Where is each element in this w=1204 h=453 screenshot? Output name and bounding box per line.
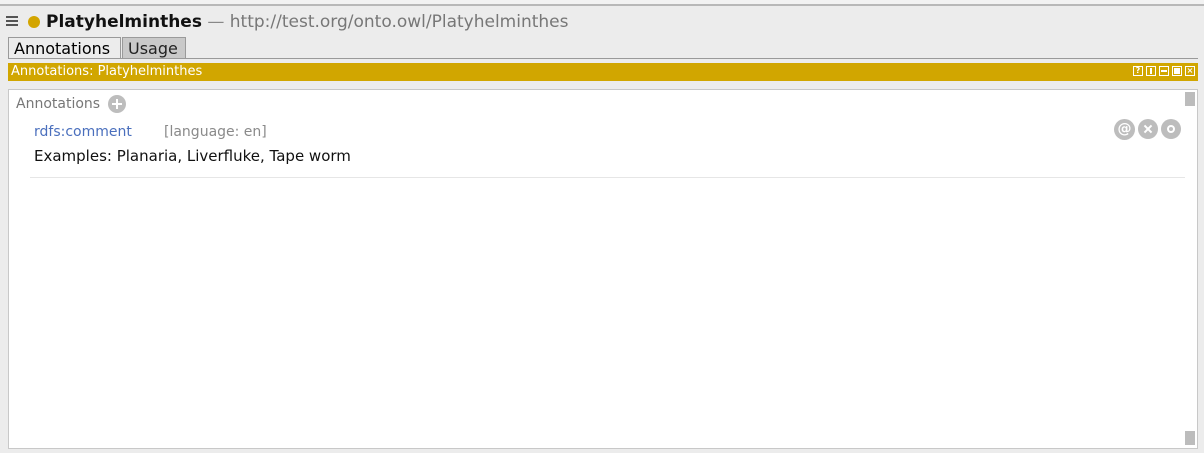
entity-iri: http://test.org/onto.owl/Platyhelminthes [229,12,569,32]
annotation-actions: @ [1113,119,1185,141]
help-icon[interactable]: ? [1133,66,1143,76]
hamburger-menu-icon[interactable] [6,16,18,26]
annotation-property[interactable]: rdfs:comment [34,123,132,141]
view-buttons: ? × [1133,66,1195,78]
scrollbar-up-arrow[interactable] [1185,92,1195,106]
tab-usage[interactable]: Usage [122,37,186,59]
maximize-icon[interactable] [1172,66,1182,76]
tab-underline [8,58,1198,59]
options-icon[interactable] [1161,119,1181,139]
close-icon[interactable]: × [1185,66,1195,76]
delete-icon[interactable] [1138,119,1158,139]
class-entity-icon [28,16,40,28]
title-separator: — [207,12,225,32]
annotation-value: Examples: Planaria, Liverfluke, Tape wor… [34,147,351,165]
view-title-bar: Annotations: Platyhelminthes ? × [8,63,1198,81]
annotation-language: [language: en] [164,124,267,140]
window-divider [0,4,1204,6]
view-title: Annotations: Platyhelminthes [11,64,203,79]
minimize-icon[interactable] [1159,66,1169,76]
split-icon[interactable] [1146,66,1156,76]
annotate-icon[interactable]: @ [1114,119,1135,140]
annotations-section-label: Annotations [16,96,101,112]
add-annotation-icon[interactable] [108,95,126,113]
entity-title: Platyhelminthes — http://test.org/onto.o… [46,12,569,32]
entity-header: Platyhelminthes — http://test.org/onto.o… [0,10,1204,34]
entity-name: Platyhelminthes [46,12,202,32]
tab-annotations[interactable]: Annotations [8,37,121,59]
annotations-panel: Annotations rdfs:comment [language: en] … [8,89,1198,449]
scrollbar-down-arrow[interactable] [1185,431,1195,445]
annotation-row[interactable]: rdfs:comment [language: en] Examples: Pl… [30,119,1185,178]
